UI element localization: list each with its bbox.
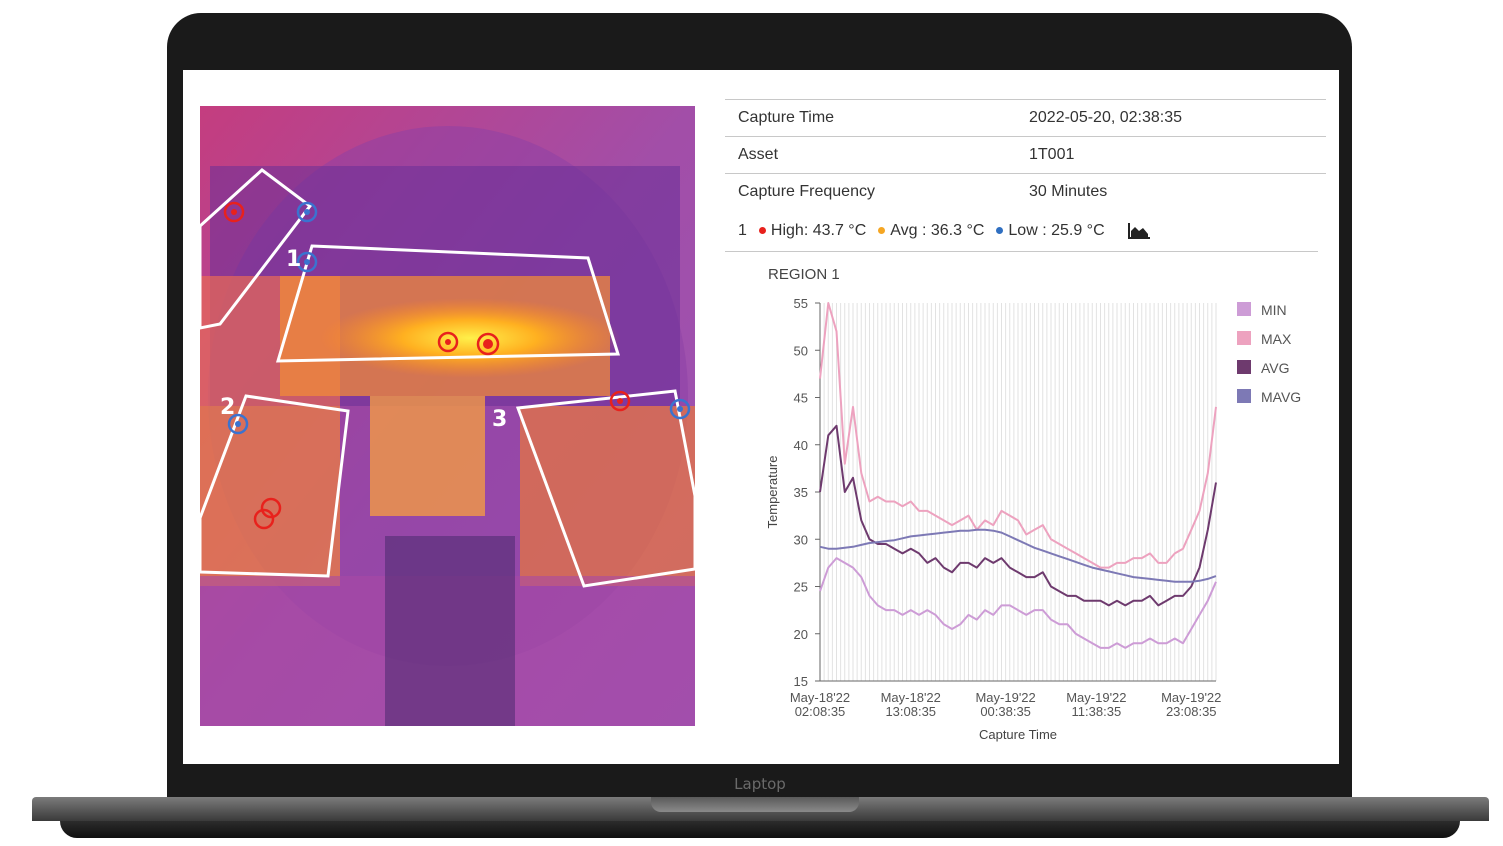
laptop-base-bottom	[60, 821, 1460, 838]
legend-label: MIN	[1261, 302, 1287, 318]
y-tick-label: 45	[794, 391, 808, 406]
y-tick-label: 25	[794, 580, 808, 595]
y-axis-label: Temperature	[765, 456, 780, 529]
x-tick-label: May-19'22	[1161, 690, 1221, 705]
x-tick-label: 23:08:35	[1166, 704, 1217, 719]
y-tick-label: 50	[794, 343, 808, 358]
area-chart-icon[interactable]	[1127, 222, 1151, 240]
legend-label: MAX	[1261, 331, 1292, 347]
laptop-brand-label: Laptop	[734, 775, 786, 793]
x-tick-label: 00:38:35	[980, 704, 1031, 719]
x-tick-label: 13:08:35	[885, 704, 936, 719]
chart-title: REGION 1	[768, 266, 840, 283]
info-row-capture-time: Capture Time 2022-05-20, 02:38:35	[725, 99, 1326, 136]
thermal-image-canvas: 1 2 3	[200, 106, 695, 726]
low-temp: Low : 25.9 °C	[1008, 221, 1105, 239]
y-tick-label: 40	[794, 438, 808, 453]
x-tick-label: May-19'22	[1066, 690, 1126, 705]
info-row-capture-frequency: Capture Frequency 30 Minutes	[725, 173, 1326, 210]
avg-dot-icon	[878, 227, 886, 234]
x-tick-label: 11:38:35	[1072, 704, 1122, 719]
laptop-notch	[651, 797, 859, 812]
info-key: Capture Time	[738, 109, 835, 126]
x-tick-label: May-18'22	[881, 690, 941, 705]
info-key: Asset	[738, 146, 779, 163]
legend-swatch	[1237, 331, 1251, 345]
high-dot-icon	[758, 227, 766, 234]
region-number: 1	[738, 221, 747, 239]
info-value: 2022-05-20, 02:38:35	[1029, 109, 1183, 126]
info-value: 1T001	[1029, 146, 1075, 163]
region-stats: 1 High: 43.7 °C Avg : 36.3 °C Low : 25.9…	[725, 210, 1318, 252]
legend-swatch	[1237, 389, 1251, 403]
legend-label: MAVG	[1261, 389, 1301, 405]
y-tick-label: 20	[794, 627, 808, 642]
low-dot-icon	[996, 227, 1004, 234]
line-chart: REGION 1152025303540455055May-18'2202:08…	[765, 266, 1301, 742]
y-tick-label: 35	[794, 485, 808, 500]
y-tick-label: 55	[794, 296, 808, 311]
x-tick-label: 02:08:35	[795, 704, 846, 719]
avg-temp: Avg : 36.3 °C	[890, 221, 985, 239]
region-chart: REGION 1 15 20 25 30 35 40 45 50 55 May-18'22 02:08…	[725, 253, 1326, 753]
info-value: 30 Minutes	[1029, 183, 1108, 200]
legend-swatch	[1237, 302, 1251, 316]
thermal-image[interactable]: 1 2 3	[200, 106, 695, 726]
high-temp: High: 43.7 °C	[770, 221, 867, 239]
x-tick-label: May-18'22	[790, 690, 850, 705]
laptop-frame: 1 2 3 Capture Time 2022-05-20, 02:38:35 …	[0, 0, 1503, 846]
x-axis-label: Capture Time	[979, 727, 1057, 742]
info-key: Capture Frequency	[738, 183, 875, 200]
region-label-2: 2	[220, 395, 235, 420]
y-tick-label: 30	[794, 532, 808, 547]
y-tick-label: 15	[794, 674, 808, 689]
region-label-3: 3	[492, 407, 507, 432]
region-label-1: 1	[286, 247, 301, 272]
legend-label: AVG	[1261, 360, 1290, 376]
legend-swatch	[1237, 360, 1251, 374]
x-tick-label: May-19'22	[975, 690, 1035, 705]
laptop-screen: 1 2 3 Capture Time 2022-05-20, 02:38:35 …	[183, 70, 1339, 764]
info-row-asset: Asset 1T001	[725, 136, 1326, 173]
capture-info-table: Capture Time 2022-05-20, 02:38:35 Asset …	[725, 99, 1326, 252]
